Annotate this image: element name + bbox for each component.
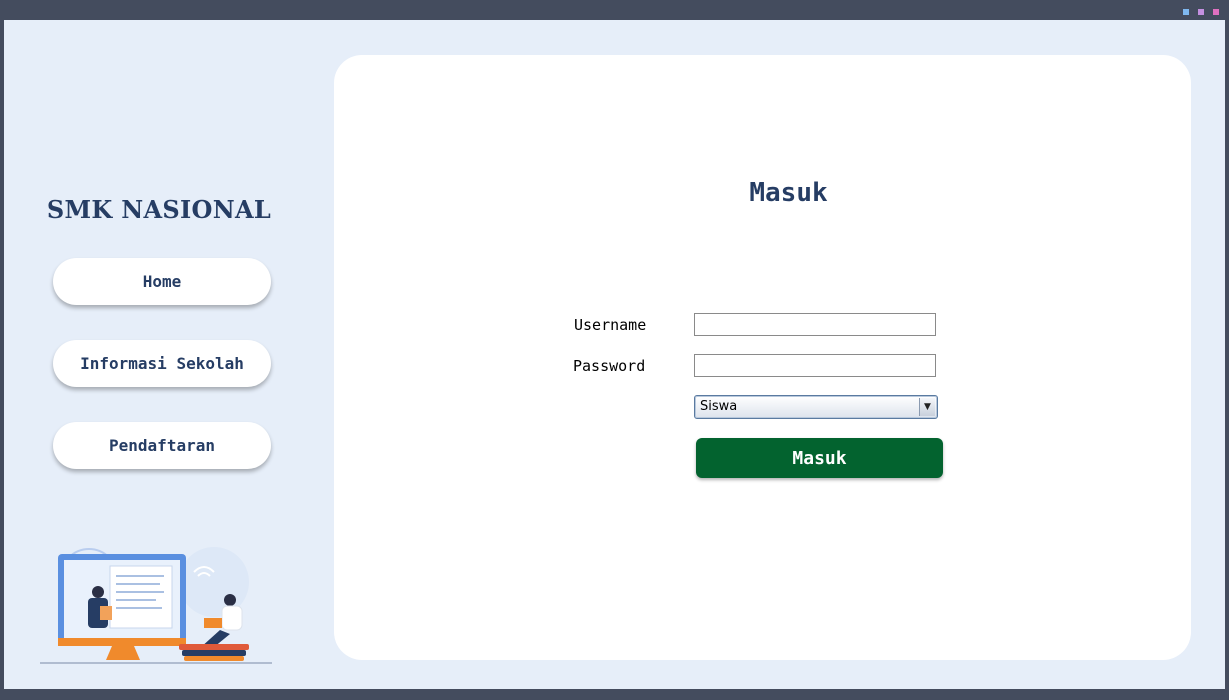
nav-informasi-sekolah-button[interactable]: Informasi Sekolah xyxy=(53,340,271,387)
app-window: SMK NASIONAL Home Informasi Sekolah Pend… xyxy=(4,20,1225,689)
role-select[interactable]: Siswa ▼ xyxy=(694,395,938,419)
school-brand-title: SMK NASIONAL xyxy=(46,195,272,224)
password-field[interactable] xyxy=(694,354,936,377)
username-field[interactable] xyxy=(694,313,936,336)
login-card: Masuk Username Password Siswa ▼ Masuk xyxy=(334,55,1191,660)
login-title: Masuk xyxy=(749,178,828,208)
nav-home-button[interactable]: Home xyxy=(53,258,271,305)
students-online-learning-illustration xyxy=(40,547,272,664)
role-select-value: Siswa xyxy=(700,399,738,414)
minimize-icon[interactable] xyxy=(1183,9,1189,15)
maximize-icon[interactable] xyxy=(1198,9,1204,15)
chevron-down-icon[interactable]: ▼ xyxy=(919,398,935,416)
username-label: Username xyxy=(574,316,647,334)
close-icon[interactable] xyxy=(1213,9,1219,15)
window-titlebar xyxy=(0,0,1229,20)
window-bottom-edge xyxy=(0,689,1229,700)
window-right-edge xyxy=(1225,20,1229,689)
login-submit-button[interactable]: Masuk xyxy=(696,438,943,478)
password-label: Password xyxy=(573,357,646,375)
nav-pendaftaran-button[interactable]: Pendaftaran xyxy=(53,422,271,469)
